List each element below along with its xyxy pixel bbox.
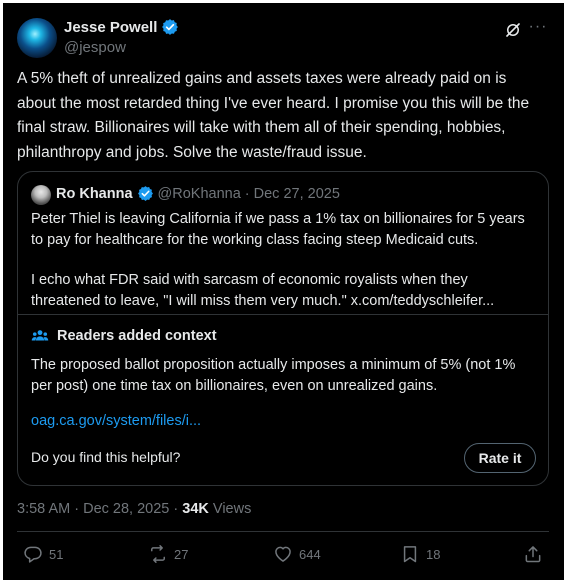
quoted-tweet-header: Ro Khanna @RoKhanna · Dec 27, 2025 — [56, 185, 340, 202]
bookmark-count: 18 — [426, 546, 441, 562]
bookmark-button[interactable]: 18 — [400, 544, 440, 564]
tweet-date[interactable]: Dec 28, 2025 — [83, 501, 169, 517]
bookmark-icon — [403, 546, 417, 563]
repost-icon — [151, 545, 165, 563]
rate-it-button[interactable]: Rate it — [464, 443, 536, 473]
like-icon — [275, 546, 291, 562]
quoted-separator: · — [244, 185, 250, 202]
meta-separator: · — [74, 501, 80, 517]
community-note-text: The proposed ballot proposition actually… — [31, 357, 516, 394]
tweet-detail: Jesse Powell @jespow ··· A 5% theft of u… — [3, 3, 564, 580]
community-note-title: Readers added context — [57, 328, 217, 344]
quoted-author-name: Ro Khanna — [56, 185, 133, 202]
author-avatar[interactable] — [17, 18, 57, 58]
reply-icon — [24, 546, 42, 563]
quoted-author-avatar — [31, 185, 51, 205]
author-name[interactable]: Jesse Powell — [64, 19, 157, 36]
more-icon[interactable]: ··· — [527, 17, 549, 39]
share-icon — [525, 546, 541, 563]
author-handle[interactable]: @jespow — [64, 39, 126, 56]
quoted-paragraph: I echo what FDR said with sarcasm of eco… — [31, 272, 495, 309]
reply-button[interactable]: 51 — [23, 544, 63, 564]
quoted-paragraph: Peter Thiel is leaving California if we … — [31, 211, 525, 248]
quoted-tweet[interactable]: Ro Khanna @RoKhanna · Dec 27, 2025 Peter… — [17, 171, 549, 486]
tweet-meta: 3:58 AM · Dec 28, 2025 · 34K Views — [17, 501, 251, 517]
verified-icon — [162, 19, 179, 35]
repost-count: 27 — [174, 546, 189, 562]
readers-icon — [31, 330, 49, 341]
grok-icon[interactable] — [504, 21, 522, 39]
share-button[interactable] — [523, 544, 543, 564]
like-button[interactable]: 644 — [273, 544, 321, 564]
community-note: Readers added context The proposed ballo… — [18, 314, 548, 485]
tweet-text: A 5% theft of unrealized gains and asset… — [17, 70, 530, 161]
author-name-row: Jesse Powell — [64, 18, 179, 36]
quoted-tweet-text: Peter Thiel is leaving California if we … — [31, 209, 536, 311]
community-note-link[interactable]: oag.ca.gov/system/files/i... — [31, 413, 201, 429]
helpful-prompt: Do you find this helpful? — [31, 449, 181, 465]
reply-count: 51 — [49, 546, 64, 562]
community-note-header: Readers added context — [31, 327, 217, 345]
views-count: 34K — [182, 501, 209, 517]
tweet-time[interactable]: 3:58 AM — [17, 501, 70, 517]
views-label: Views — [212, 501, 252, 517]
verified-icon — [137, 186, 153, 201]
quoted-author-handle: @RoKhanna — [157, 185, 241, 202]
repost-button[interactable]: 27 — [148, 544, 188, 564]
quoted-date: Dec 27, 2025 — [253, 185, 340, 202]
divider — [17, 531, 549, 532]
like-count: 644 — [299, 546, 321, 562]
meta-separator: · — [173, 501, 179, 517]
